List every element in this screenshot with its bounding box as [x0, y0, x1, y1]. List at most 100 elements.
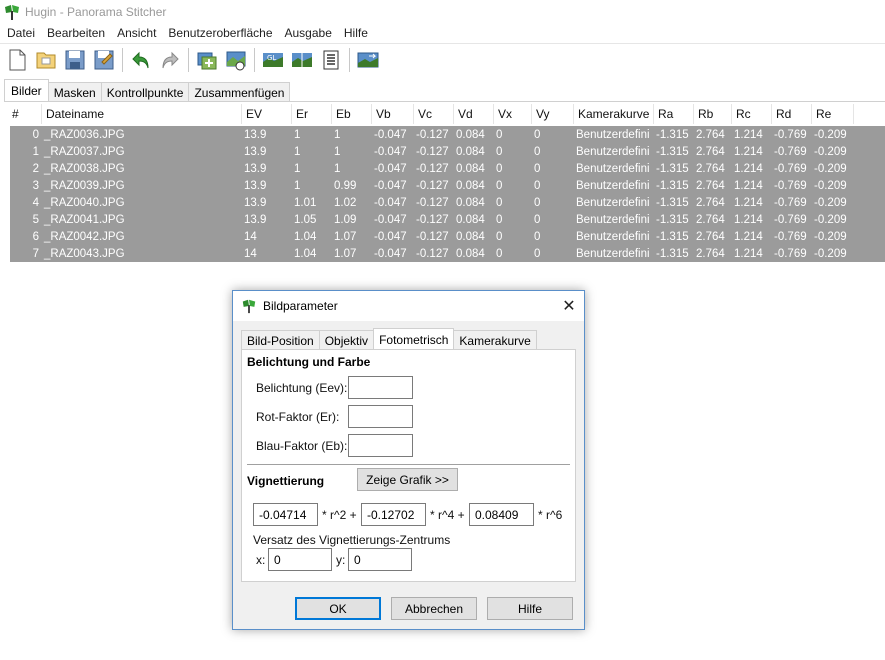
help-button[interactable]: Hilfe [487, 597, 573, 620]
table-cell: 1.214 [734, 145, 763, 158]
table-cell: -0.127 [416, 128, 449, 141]
column-header[interactable]: Rc [732, 104, 772, 124]
column-header[interactable]: Dateiname [42, 104, 242, 124]
table-cell: 1.214 [734, 247, 763, 260]
exposure-input[interactable] [348, 376, 413, 399]
vignetting-b-input[interactable] [253, 503, 318, 526]
table-row[interactable]: 0 _RAZ0036.JPG 13.9 1 1 -0.047 -0.127 0.084 0 0 Be… [10, 126, 885, 143]
table-row[interactable]: 1 _RAZ0037.JPG 13.9 1 1 -0.047 -0.127 0.084 0 0 Be… [10, 143, 885, 160]
add-time-series-icon[interactable] [223, 47, 249, 73]
table-cell: -1.315 [656, 162, 689, 175]
table-row[interactable]: 6 _RAZ0042.JPG 14 1.04 1.07 -0.047 -0.127 0.084… [10, 228, 885, 245]
menu-ansicht[interactable]: Ansicht [111, 26, 162, 40]
redo-icon[interactable] [157, 47, 183, 73]
column-header[interactable]: Re [812, 104, 854, 124]
table-cell: 1.07 [334, 247, 357, 260]
menu-datei[interactable]: Datei [0, 26, 41, 40]
menu-ausgabe[interactable]: Ausgabe [279, 26, 338, 40]
table-cell: -0.047 [374, 230, 407, 243]
table-cell: -1.315 [656, 196, 689, 209]
table-cell: -1.315 [656, 179, 689, 192]
column-header[interactable]: EV [242, 104, 292, 124]
offset-x-input[interactable] [268, 548, 332, 571]
table-cell: 13.9 [244, 196, 267, 209]
dialog-title: Bildparameter [263, 299, 338, 313]
fast-preview-icon[interactable] [289, 47, 315, 73]
vignetting-c-input[interactable] [361, 503, 426, 526]
table-row[interactable]: 5 _RAZ0041.JPG 13.9 1.05 1.09 -0.047 -0.127 0.0… [10, 211, 885, 228]
tab-fotometrisch[interactable]: Fotometrisch [373, 328, 455, 350]
table-cell: 0.084 [456, 162, 485, 175]
tab-kontrollpunkte[interactable]: Kontrollpunkte [100, 82, 190, 102]
table-cell: 0 [496, 230, 503, 243]
table-cell: 1.09 [334, 213, 357, 226]
tab-bild-position[interactable]: Bild-Position [241, 330, 320, 350]
column-header[interactable]: Ra [654, 104, 694, 124]
red-factor-label: Rot-Faktor (Er): [256, 410, 340, 424]
vignetting-d-input[interactable] [469, 503, 534, 526]
undo-icon[interactable] [128, 47, 154, 73]
menu-bearbeiten[interactable]: Bearbeiten [41, 26, 111, 40]
table-cell: _RAZ0036.JPG [44, 128, 125, 141]
gl-preview-icon[interactable]: GL [260, 47, 286, 73]
toolbar: GL [0, 43, 885, 76]
table-cell: 0 [534, 162, 541, 175]
column-header[interactable]: Vd [454, 104, 494, 124]
table-row[interactable]: 4 _RAZ0040.JPG 13.9 1.01 1.02 -0.047 -0.127 0.0… [10, 194, 885, 211]
table-cell: -1.315 [656, 213, 689, 226]
control-points-icon[interactable] [318, 47, 344, 73]
column-header[interactable]: Vc [414, 104, 454, 124]
table-row[interactable]: 7 _RAZ0043.JPG 14 1.04 1.07 -0.047 -0.127 0.084… [10, 245, 885, 262]
table-cell: 2.764 [696, 179, 725, 192]
column-header[interactable]: Vx [494, 104, 532, 124]
column-header[interactable]: Eb [332, 104, 372, 124]
optimize-icon[interactable] [355, 47, 381, 73]
vignetting-center-offset-label: Versatz des Vignettierungs-Zentrums [253, 533, 451, 547]
tab-objektiv[interactable]: Objektiv [318, 330, 375, 350]
menu-benutzeroberflaeche[interactable]: Benutzeroberfläche [162, 26, 278, 40]
save-icon[interactable] [62, 47, 88, 73]
table-cell: 1.04 [294, 247, 317, 260]
images-table-header: # Dateiname EV Er Eb Vb Vc Vd Vx Vy Kamerakurve Ra R… [8, 104, 885, 124]
table-cell: 1.214 [734, 128, 763, 141]
red-factor-input[interactable] [348, 405, 413, 428]
add-images-icon[interactable] [194, 47, 220, 73]
column-header[interactable]: Rd [772, 104, 812, 124]
table-row[interactable]: 2 _RAZ0038.JPG 13.9 1 1 -0.047 -0.127 0.084 0 0 Be… [10, 160, 885, 177]
table-cell: 1.214 [734, 179, 763, 192]
table-cell: 0 [534, 179, 541, 192]
tab-zusammenfuegen[interactable]: Zusammenfügen [188, 82, 291, 102]
cancel-button[interactable]: Abbrechen [391, 597, 477, 620]
column-header[interactable]: # [8, 104, 42, 124]
new-icon[interactable] [4, 47, 30, 73]
table-cell: -0.127 [416, 247, 449, 260]
table-cell: 13.9 [244, 162, 267, 175]
blue-factor-input[interactable] [348, 434, 413, 457]
offset-y-input[interactable] [348, 548, 412, 571]
table-cell: Benutzerdefini [576, 179, 650, 192]
table-cell: -1.315 [656, 145, 689, 158]
ok-button[interactable]: OK [295, 597, 381, 620]
column-header[interactable]: Kamerakurve [574, 104, 654, 124]
column-header[interactable]: Vb [372, 104, 414, 124]
table-cell: 1.05 [294, 213, 317, 226]
column-header[interactable]: Rb [694, 104, 732, 124]
column-header[interactable]: Vy [532, 104, 574, 124]
table-cell: 1 [334, 145, 341, 158]
close-icon[interactable]: ✕ [554, 296, 584, 316]
table-cell: 2.764 [696, 247, 725, 260]
toolbar-separator [122, 48, 123, 72]
table-cell: 1.214 [734, 162, 763, 175]
column-header[interactable]: Er [292, 104, 332, 124]
show-graph-button[interactable]: Zeige Grafik >> [357, 468, 458, 491]
tab-kamerakurve[interactable]: Kamerakurve [453, 330, 537, 350]
menu-hilfe[interactable]: Hilfe [338, 26, 374, 40]
divider [247, 464, 570, 465]
tab-masken[interactable]: Masken [47, 82, 102, 102]
open-icon[interactable] [33, 47, 59, 73]
table-cell: 14 [244, 247, 257, 260]
table-row[interactable]: 3 _RAZ0039.JPG 13.9 1 0.99 -0.047 -0.127 0.084 0… [10, 177, 885, 194]
table-cell: -0.127 [416, 179, 449, 192]
save-as-icon[interactable] [91, 47, 117, 73]
tab-bilder[interactable]: Bilder [4, 79, 49, 102]
